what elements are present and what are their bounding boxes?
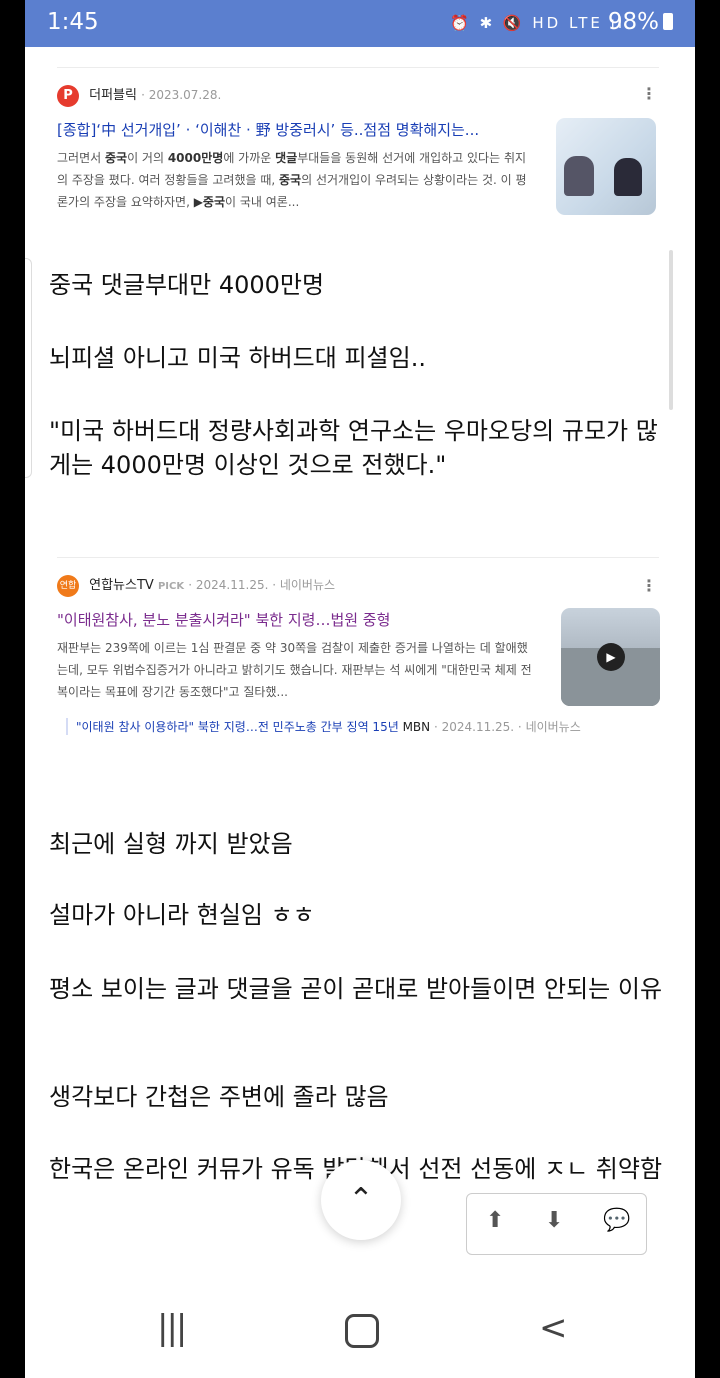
back-icon[interactable]: < [539, 1308, 568, 1348]
post-paragraph: 설마가 아니라 현실임 ㅎㅎ [49, 901, 315, 929]
battery-indicator: 98% [608, 9, 673, 35]
android-nav-bar: ||| < [25, 1290, 695, 1378]
outlet-logo-icon: P [57, 84, 79, 107]
related-date: · 2024.11.25. · 네이버뉴스 [433, 720, 581, 734]
outlet-name[interactable]: 연합뉴스TV [89, 578, 154, 593]
chevron-up-icon: ⌃ [348, 1182, 374, 1217]
card-source: 연합 연합뉴스TV PICK · 2024.11.25. · 네이버뉴스 [57, 574, 335, 597]
screen: 1:45 ⏰ ✱ 🔇 HD LTE ıl 98% P 더퍼블릭 · 2023.0… [25, 0, 695, 1378]
status-bar: 1:45 ⏰ ✱ 🔇 HD LTE ıl 98% [25, 0, 695, 47]
play-icon[interactable]: ▶ [597, 643, 625, 671]
article-snippet: 재판부는 239쪽에 이르는 1심 판결문 중 약 30쪽을 검찰이 제출한 증… [57, 641, 532, 699]
news-card-2[interactable]: 연합 연합뉴스TV PICK · 2024.11.25. · 네이버뉴스 ⋮ "… [57, 557, 660, 748]
post-paragraph: 최근에 실형 까지 받았음 [49, 830, 293, 858]
post-action-bar: ⬆ ⬇ 💬 [466, 1193, 647, 1255]
post-paragraph: 생각보다 간첩은 주변에 졸라 많음 [49, 1083, 389, 1111]
status-time: 1:45 [47, 9, 99, 35]
post-paragraph: "미국 하버드대 정량사회과학 연구소는 우마오당의 규모가 많게는 4000만… [49, 417, 658, 479]
status-icons: ⏰ ✱ 🔇 HD LTE ıl [450, 14, 625, 32]
post-paragraph: 뇌피셜 아니고 미국 하버드대 피셜임.. [49, 344, 426, 372]
news-card-1[interactable]: P 더퍼블릭 · 2023.07.28. ⋮ [종합]‘中 선거개입’ · ‘이… [57, 67, 659, 233]
home-icon[interactable] [345, 1314, 379, 1348]
card-source: P 더퍼블릭 · 2023.07.28. [57, 84, 221, 107]
battery-percent: 98% [607, 9, 659, 35]
article-headline[interactable]: "이태원참사, 분노 분출시켜라" 북한 지령…법원 중형 [57, 609, 527, 630]
related-article[interactable]: "이태원 참사 이용하라" 북한 지령…전 민주노총 간부 징역 15년 MBN… [66, 718, 581, 735]
article-snippet: 그러면서 중국이 거의 4000만명에 가까운 댓글부대들을 동원해 선거에 개… [57, 151, 527, 209]
upvote-icon[interactable]: ⬆ [486, 1208, 504, 1233]
outlet-logo-icon: 연합 [57, 574, 79, 597]
battery-icon [663, 13, 673, 30]
article-thumbnail[interactable] [556, 118, 656, 215]
post-paragraph: 중국 댓글부대만 4000만명 [49, 271, 325, 299]
downvote-icon[interactable]: ⬇ [545, 1208, 563, 1233]
video-thumbnail[interactable]: ▶ [561, 608, 660, 706]
outlet-name[interactable]: 더퍼블릭 [89, 88, 137, 103]
article-date: · 2024.11.25. · 네이버뉴스 [188, 578, 336, 592]
pick-badge: PICK [157, 581, 185, 592]
article-headline[interactable]: [종합]‘中 선거개입’ · ‘이해찬 · 野 방중러시’ 등..점점 명확해지… [57, 119, 527, 140]
related-headline[interactable]: "이태원 참사 이용하라" 북한 지령…전 민주노총 간부 징역 15년 [76, 720, 399, 734]
more-options-icon[interactable]: ⋮ [641, 84, 657, 103]
article-date: · 2023.07.28. [141, 88, 222, 102]
post-paragraph: 평소 보이는 글과 댓글을 곧이 곧대로 받아들이면 안되는 이유 [49, 975, 663, 1003]
recent-apps-icon[interactable]: ||| [157, 1308, 187, 1348]
related-outlet: MBN [402, 720, 431, 734]
scroll-edge-indicator [25, 258, 32, 478]
scroll-to-top-button[interactable]: ⌃ [321, 1160, 401, 1240]
comment-icon[interactable]: 💬 [603, 1208, 630, 1233]
more-options-icon[interactable]: ⋮ [641, 576, 657, 595]
